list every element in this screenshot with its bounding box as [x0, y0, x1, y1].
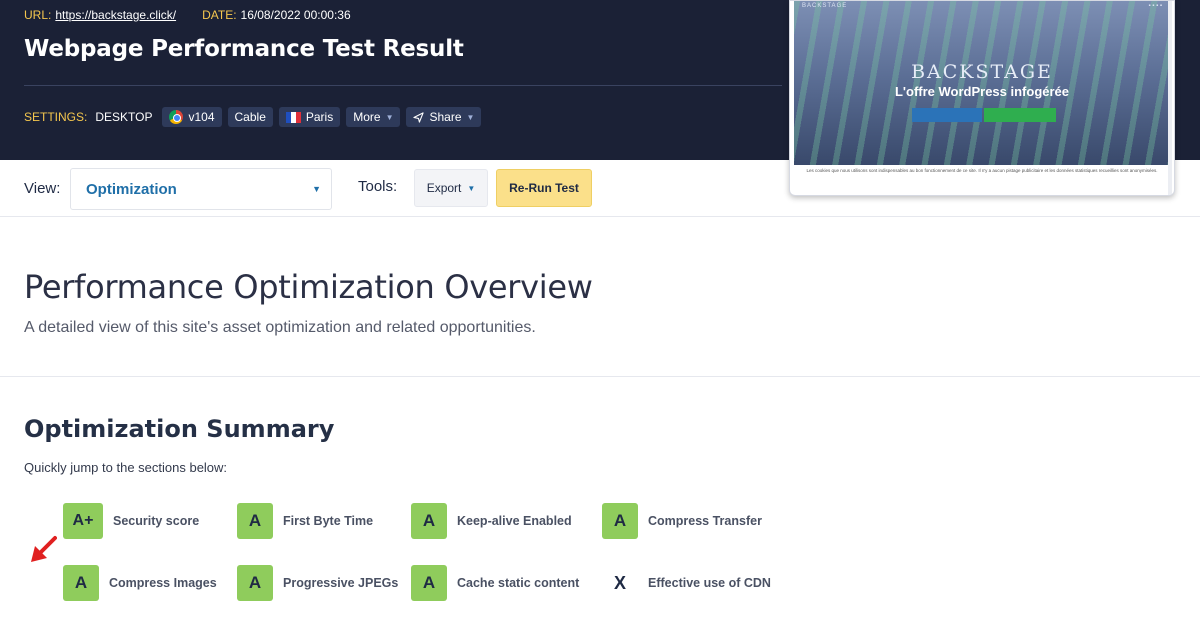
browser-chip: v104: [162, 107, 222, 127]
summary-item-cache-static[interactable]: A Cache static content: [411, 565, 579, 601]
test-date: 16/08/2022 00:00:36: [240, 8, 351, 22]
chrome-icon: [169, 110, 184, 124]
view-toolbar: View: Optimization ▼ Tools: Export ▼ Re-…: [0, 160, 1200, 217]
screenshot-hero-image: [794, 1, 1170, 165]
send-icon: [413, 111, 425, 123]
header-divider: [24, 85, 782, 86]
screenshot-nav-links: ▪ ▪ ▪ ▪: [1148, 3, 1162, 9]
summary-item-label: Cache static content: [457, 576, 580, 590]
grade-badge: A+: [63, 503, 103, 539]
location-label: Paris: [305, 110, 334, 124]
settings-label: SETTINGS:: [24, 110, 88, 124]
summary-title: Optimization Summary: [24, 415, 335, 443]
summary-item-label: Security score: [113, 514, 200, 528]
export-label: Export: [426, 181, 462, 195]
summary-item-compress-transfer[interactable]: A Compress Transfer: [602, 503, 762, 539]
grade-badge: A: [602, 503, 638, 539]
grade-badge: A: [411, 565, 447, 601]
chevron-down-icon: ▼: [466, 112, 475, 122]
summary-item-label: First Byte Time: [283, 514, 374, 528]
chevron-down-icon: ▼: [467, 183, 476, 193]
red-arrow-icon: [31, 536, 57, 562]
summary-item-label: Effective use of CDN: [648, 576, 771, 590]
test-meta: URL: https://backstage.click/DATE: 16/08/2…: [24, 8, 351, 22]
summary-item-label: Keep-alive Enabled: [457, 514, 572, 528]
more-label: More: [353, 110, 381, 124]
test-settings: SETTINGS: DESKTOP v104 Cable Paris More …: [24, 107, 482, 127]
summary-item-label: Compress Transfer: [648, 514, 762, 528]
view-select-value: Optimization: [86, 181, 177, 198]
page-title: Webpage Performance Test Result: [24, 36, 464, 62]
view-label: View:: [24, 180, 61, 197]
summary-item-compress-images[interactable]: A Compress Images: [63, 565, 217, 601]
grade-badge: A: [237, 503, 273, 539]
grade-badge: A: [237, 565, 273, 601]
connection-label: Cable: [234, 110, 266, 124]
rerun-test-button[interactable]: Re-Run Test: [496, 169, 592, 207]
summary-item-security-score[interactable]: A+ Security score: [63, 503, 199, 539]
view-select[interactable]: Optimization ▼: [70, 168, 332, 210]
grade-badge: X: [613, 572, 626, 593]
date-label: DATE:: [202, 8, 237, 22]
screenshot-nav: BACKSTAGE ▪ ▪ ▪ ▪: [794, 1, 1170, 11]
summary-item-cdn[interactable]: X Effective use of CDN: [602, 565, 771, 601]
summary-item-label: Progressive JPEGs: [283, 576, 399, 590]
screenshot-brand: BACKSTAGE: [802, 3, 848, 9]
section-divider: [0, 376, 1200, 377]
more-dropdown[interactable]: More ▼: [346, 107, 401, 127]
summary-item-label: Compress Images: [109, 576, 217, 590]
summary-item-keep-alive[interactable]: A Keep-alive Enabled: [411, 503, 572, 539]
chevron-down-icon: ▼: [385, 112, 394, 122]
screenshot-logo-text: BACKSTAGE: [911, 61, 1053, 83]
summary-item-progressive-jpegs[interactable]: A Progressive JPEGs: [237, 565, 398, 601]
overview-title: Performance Optimization Overview: [24, 268, 593, 306]
grade-badge: A: [411, 503, 447, 539]
tools-label: Tools:: [358, 178, 398, 195]
overview-description: A detailed view of this site's asset opt…: [24, 319, 536, 336]
connection-chip: Cable: [227, 107, 273, 127]
export-button[interactable]: Export ▼: [414, 169, 488, 207]
browser-version: v104: [188, 110, 215, 124]
screenshot-button-green: [984, 108, 1056, 122]
chevron-down-icon: ▼: [312, 184, 321, 194]
tested-url-link[interactable]: https://backstage.click/: [55, 8, 176, 22]
summary-subtitle: Quickly jump to the sections below:: [24, 460, 228, 475]
share-dropdown[interactable]: Share ▼: [406, 107, 482, 127]
grade-badge: A: [63, 565, 99, 601]
summary-item-first-byte-time[interactable]: A First Byte Time: [237, 503, 373, 539]
share-label: Share: [429, 110, 462, 124]
location-chip: Paris: [278, 107, 341, 127]
screenshot-subtitle: L'offre WordPress infogérée: [894, 84, 1070, 99]
screenshot-button-blue: [912, 108, 982, 122]
url-label: URL:: [24, 8, 52, 22]
device-setting: DESKTOP: [95, 110, 153, 124]
france-flag-icon: [285, 111, 301, 123]
